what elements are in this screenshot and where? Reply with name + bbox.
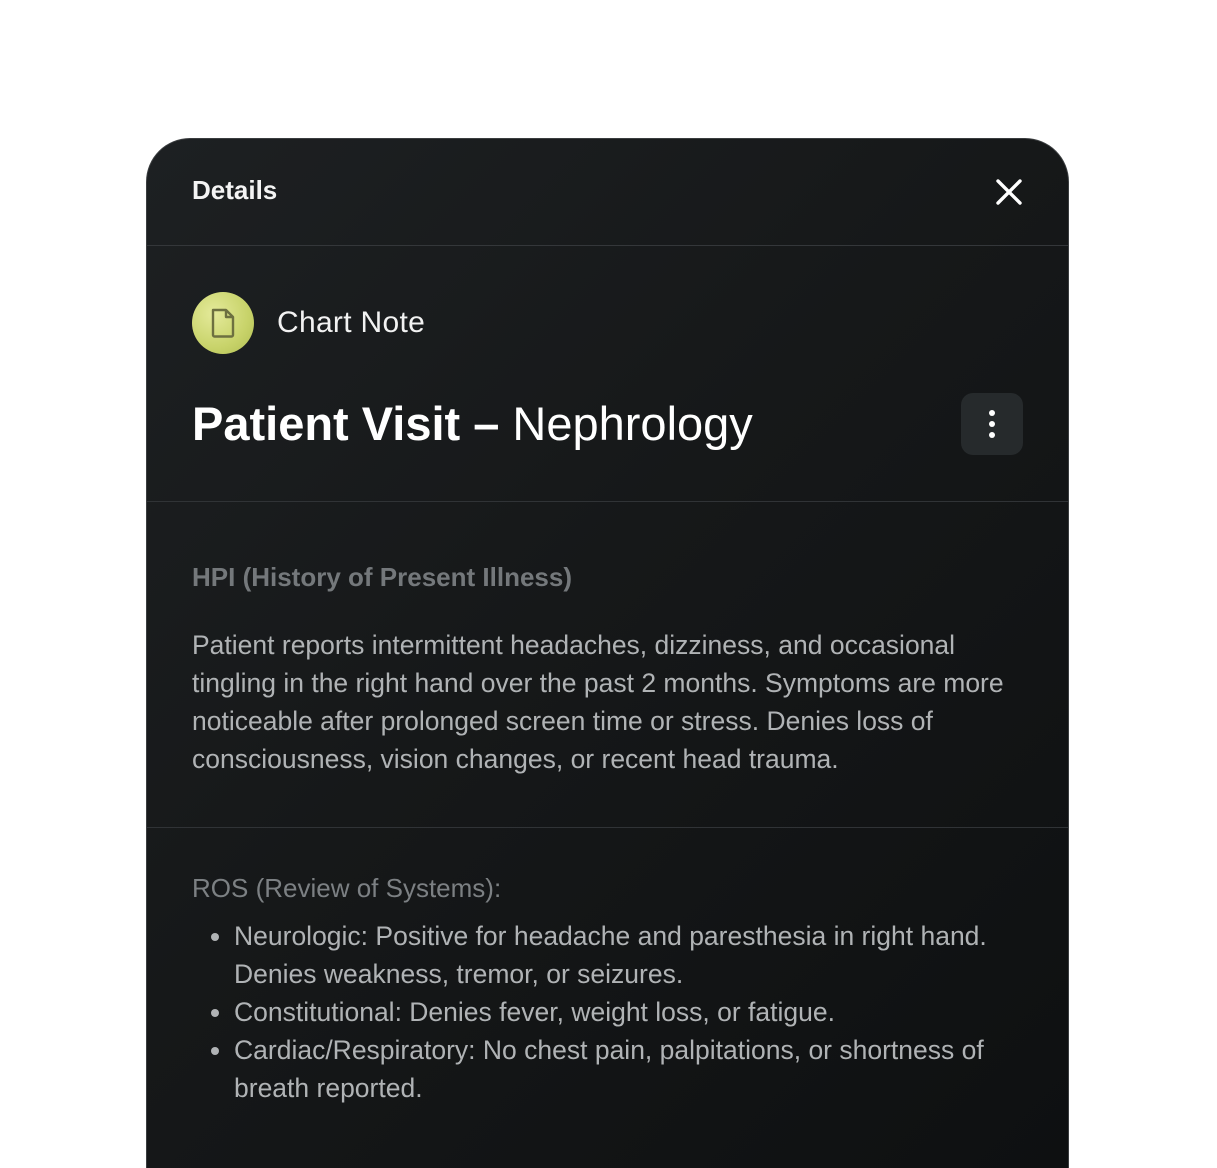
panel-header: Details (147, 139, 1068, 246)
ros-heading: ROS (Review of Systems): (192, 873, 502, 903)
panel-title: Details (192, 175, 278, 205)
ros-item-constitutional: Constitutional: Denies fever, weight los… (234, 993, 1032, 1031)
section-divider (147, 501, 1068, 502)
ros-list: Neurologic: Positive for headache and pa… (192, 917, 1032, 1107)
hpi-heading: HPI (History of Present Illness) (192, 562, 572, 592)
record-title: Patient Visit – Nephrology (192, 394, 753, 454)
record-title-specialty: Nephrology (512, 397, 753, 450)
close-button[interactable] (992, 175, 1026, 209)
record-type-label: Chart Note (277, 306, 426, 339)
ros-item-cardiac-respiratory: Cardiac/Respiratory: No chest pain, palp… (234, 1031, 1032, 1107)
record-type: Chart Note (192, 292, 425, 354)
document-icon (192, 292, 254, 354)
more-vertical-icon (989, 410, 995, 438)
details-panel: Details Chart Note Patient Visit – Nephr… (146, 138, 1069, 1168)
close-icon (996, 179, 1022, 205)
record-title-main: Patient Visit – (192, 397, 500, 450)
hpi-body: Patient reports intermittent headaches, … (192, 630, 1004, 774)
section-divider (147, 827, 1068, 828)
more-options-button[interactable] (961, 393, 1023, 455)
ros-item-neurologic: Neurologic: Positive for headache and pa… (234, 917, 1032, 993)
